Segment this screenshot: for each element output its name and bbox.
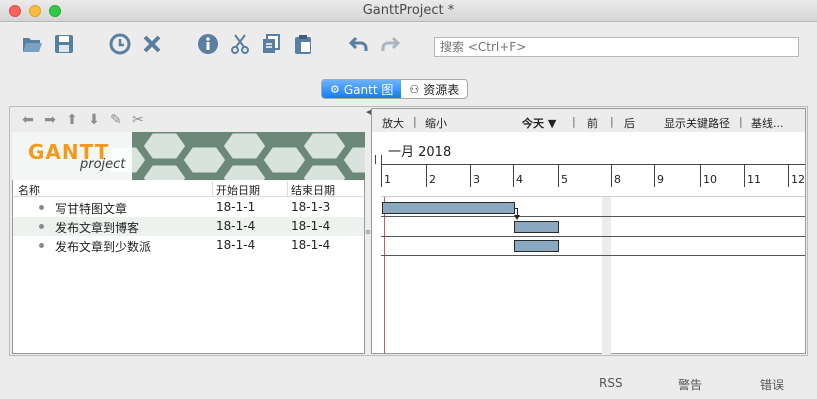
prev-button[interactable]: 前 [587,115,598,131]
dependency-arrowhead-icon [514,215,520,220]
info-icon[interactable] [196,32,220,56]
row-separator [381,216,805,217]
link-icon[interactable]: ✎ [108,112,124,128]
day-tick-label: 2 [429,173,436,186]
task-end: 18-1-4 [291,219,331,233]
day-tick-line [381,165,382,187]
arrow-up-icon[interactable]: ⬆ [64,112,80,128]
paste-icon[interactable] [291,32,315,56]
day-tick-line [426,165,427,187]
task-row[interactable]: 写甘特图文章 18-1-1 18-1-3 [13,198,364,217]
day-tick-label: 12 [791,173,805,186]
warnings-link[interactable]: 警告 [678,376,702,393]
today-line [384,197,385,354]
task-end: 18-1-3 [291,200,331,214]
gantt-icon: ⚙ [330,82,340,96]
today-dropdown[interactable]: 今天 ▼ [522,115,556,131]
task-bar[interactable] [514,221,559,233]
task-bar[interactable] [514,240,559,252]
arrow-right-icon[interactable]: ➡ [42,112,58,128]
day-tick-label: 3 [473,173,480,186]
day-tick-label: 8 [614,173,621,186]
column-divider [212,181,213,197]
save-icon[interactable] [52,32,76,56]
day-tick-label: 11 [747,173,761,186]
critical-path-button[interactable]: 显示关键路径 [664,115,730,131]
tree-toolbar: ⬅ ➡ ⬆ ⬇ ✎ ✂ [12,108,365,132]
clock-icon[interactable] [108,32,132,56]
month-tick [375,155,376,164]
task-start: 18-1-1 [216,200,256,214]
zoom-in-button[interactable]: 放大 [382,115,404,131]
task-name: 写甘特图文章 [55,202,128,216]
tab-resources-label: 资源表 [423,82,460,97]
day-tick-label: 10 [703,173,717,186]
tree-column-header: 名称 开始日期 结束日期 [13,181,364,197]
chart-toolbar: 放大 | 缩小 今天 ▼ | 前 | 后 显示关键路径 | 基线... [372,109,805,132]
day-tick-line [700,165,701,187]
view-tabs: ⚙ Gantt 图 ⚇ 资源表 [321,79,469,99]
task-name: 发布文章到博客 [55,221,140,235]
copy-icon[interactable] [259,32,283,56]
row-separator [381,255,805,256]
baseline-button[interactable]: 基线... [751,115,784,131]
weekend-shading [602,197,611,354]
day-tick-line [611,165,612,187]
day-tick-line [470,165,471,187]
tab-gantt-label: Gantt 图 [343,82,394,97]
tab-resources[interactable]: ⚇ 资源表 [401,80,468,98]
day-tick-line [788,165,789,187]
people-icon: ⚇ [409,82,420,96]
task-bullet [39,205,44,210]
arrow-left-icon[interactable]: ⬅ [20,112,36,128]
divider: | [739,115,743,128]
logo-subtext: project [80,157,126,172]
column-end-date[interactable]: 结束日期 [291,182,335,198]
row-separator [381,236,805,237]
month-tick [381,155,382,164]
zoom-out-button[interactable]: 缩小 [425,115,447,131]
tab-gantt[interactable]: ⚙ Gantt 图 [322,80,402,98]
search-input[interactable] [434,37,799,57]
task-bullet [39,224,44,229]
gantt-project-logo: GANTT project [28,140,125,172]
divider: | [413,115,417,128]
divider: | [572,115,576,128]
day-tick-line [558,165,559,187]
day-tick-line [513,165,514,187]
errors-link[interactable]: 错误 [760,376,784,393]
day-tick-label: 9 [657,173,664,186]
day-tick-line [744,165,745,187]
timeline-bottom [381,196,805,197]
arrow-down-icon[interactable]: ⬇ [86,112,102,128]
task-start: 18-1-4 [216,238,256,252]
day-tick-line [654,165,655,187]
window-title: GanttProject * [362,3,455,18]
task-start: 18-1-4 [216,219,256,233]
task-bullet [39,243,44,248]
cut-icon[interactable] [228,32,252,56]
splitter-handle[interactable] [366,230,370,234]
task-end: 18-1-4 [291,238,331,252]
task-bar[interactable] [382,202,515,214]
redo-icon[interactable] [378,32,402,56]
column-divider [287,181,288,197]
day-tick-label: 5 [561,173,568,186]
day-tick-label: 1 [384,173,391,186]
day-tick-label: 4 [516,173,523,186]
delete-icon[interactable] [140,32,164,56]
rss-link[interactable]: RSS [599,376,623,390]
task-row[interactable]: 发布文章到博客 18-1-4 18-1-4 [13,217,364,236]
column-name[interactable]: 名称 [18,182,40,198]
next-button[interactable]: 后 [624,115,635,131]
column-start-date[interactable]: 开始日期 [216,182,260,198]
task-name: 发布文章到少数派 [55,240,152,254]
task-row[interactable]: 发布文章到少数派 18-1-4 18-1-4 [13,236,364,255]
month-label: 一月 2018 [388,145,452,160]
timeline-divider [381,164,805,165]
undo-icon[interactable] [347,32,371,56]
open-folder-icon[interactable] [20,32,44,56]
unlink-icon[interactable]: ✂ [130,112,146,128]
divider: | [610,115,614,128]
